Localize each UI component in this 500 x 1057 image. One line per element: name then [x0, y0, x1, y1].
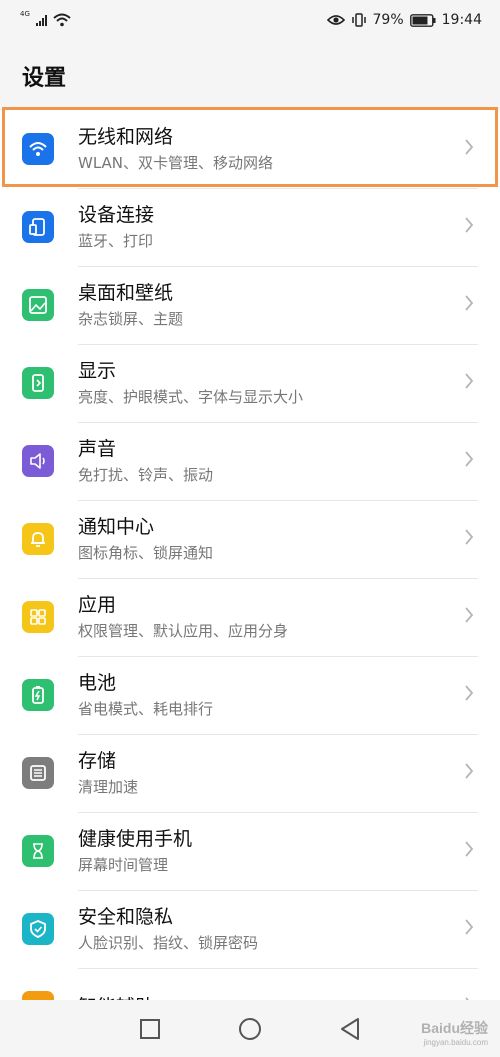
- chevron-right-icon: [464, 684, 474, 706]
- watermark-logo: Baidu经验 jingyan.baidu.com: [421, 1020, 488, 1047]
- settings-item[interactable]: 无线和网络 WLAN、双卡管理、移动网络: [0, 110, 500, 189]
- chevron-right-icon: [464, 138, 474, 160]
- settings-item[interactable]: 智能辅助: [0, 968, 500, 1000]
- settings-item-subtitle: 清理加速: [78, 777, 139, 796]
- wallpaper-icon: [22, 289, 54, 321]
- settings-item-texts: 存储 清理加速: [78, 734, 478, 813]
- settings-item-texts: 设备连接 蓝牙、打印: [78, 188, 478, 267]
- settings-item-subtitle: 免打扰、铃声、振动: [78, 465, 214, 484]
- settings-item-title: 声音: [78, 437, 117, 460]
- chevron-right-icon: [464, 840, 474, 862]
- home-icon[interactable]: [238, 1017, 262, 1041]
- settings-item-subtitle: WLAN、双卡管理、移动网络: [78, 153, 274, 172]
- shield-icon: [22, 913, 54, 945]
- settings-item-texts: 智能辅助: [78, 968, 478, 1000]
- status-bar: 4G 79% 19:44: [0, 0, 500, 40]
- chevron-right-icon: [464, 918, 474, 940]
- chevron-right-icon: [464, 216, 474, 238]
- vibrate-icon: [351, 13, 366, 27]
- settings-item-subtitle: 杂志锁屏、主题: [78, 309, 184, 328]
- settings-item-texts: 应用权限管理、默认应用、应用分身: [78, 578, 478, 657]
- settings-item-texts: 无线和网络 WLAN、双卡管理、移动网络: [78, 110, 478, 189]
- battery-percent: 79%: [372, 12, 404, 28]
- battery-icon: [409, 13, 436, 27]
- status-left: 4G: [20, 9, 71, 27]
- settings-item-texts: 电池省电模式、耗电排行: [78, 656, 478, 735]
- status-right: 79% 19:44: [326, 12, 482, 28]
- settings-item-title: 存储: [78, 749, 117, 772]
- settings-item-subtitle: 亮度、护眼模式、字体与显示大小: [78, 387, 304, 406]
- settings-item-texts: 安全和隐私人脸识别、指纹、锁屏密码: [78, 890, 478, 969]
- settings-item[interactable]: 桌面和壁纸杂志锁屏、主题: [0, 266, 500, 345]
- settings-item-texts: 桌面和壁纸杂志锁屏、主题: [78, 266, 478, 345]
- network-type: 4G: [20, 9, 30, 18]
- sound-icon: [22, 445, 54, 477]
- settings-item-title: 通知中心: [78, 515, 155, 538]
- settings-item[interactable]: 健康使用手机屏幕时间管理: [0, 812, 500, 891]
- settings-item[interactable]: 电池省电模式、耗电排行: [0, 656, 500, 735]
- settings-item[interactable]: 显示亮度、护眼模式、字体与显示大小: [0, 344, 500, 423]
- settings-item-subtitle: 人脸识别、指纹、锁屏密码: [78, 933, 259, 952]
- settings-item-texts: 健康使用手机屏幕时间管理: [78, 812, 478, 891]
- settings-item[interactable]: 安全和隐私人脸识别、指纹、锁屏密码: [0, 890, 500, 969]
- settings-item-texts: 通知中心图标角标、锁屏通知: [78, 500, 478, 579]
- settings-item-subtitle: 蓝牙、打印: [78, 231, 154, 250]
- assist-icon: [22, 991, 54, 1000]
- settings-list: 无线和网络 WLAN、双卡管理、移动网络设备连接蓝牙、打印桌面和壁纸杂志锁屏、主题…: [0, 110, 500, 1000]
- settings-item-title: 电池: [78, 671, 117, 694]
- clock: 19:44: [441, 12, 482, 28]
- wifi-icon: [22, 133, 54, 165]
- settings-item-title: 显示: [78, 359, 117, 382]
- settings-item[interactable]: 应用权限管理、默认应用、应用分身: [0, 578, 500, 657]
- chevron-right-icon: [464, 294, 474, 316]
- device-connection-icon: [22, 211, 54, 243]
- settings-item-title: 桌面和壁纸: [78, 281, 174, 304]
- storage-icon: [22, 757, 54, 789]
- back-icon[interactable]: [339, 1017, 361, 1041]
- settings-item[interactable]: 声音免打扰、铃声、振动: [0, 422, 500, 501]
- settings-item-title: 设备连接: [78, 203, 155, 226]
- settings-item-texts: 显示亮度、护眼模式、字体与显示大小: [78, 344, 478, 423]
- settings-item-title: 健康使用手机: [78, 827, 193, 850]
- wifi-status-icon: [53, 13, 71, 27]
- display-icon: [22, 367, 54, 399]
- chevron-right-icon: [464, 606, 474, 628]
- chevron-right-icon: [464, 372, 474, 394]
- settings-item[interactable]: 设备连接 蓝牙、打印: [0, 188, 500, 267]
- settings-item-texts: 声音免打扰、铃声、振动: [78, 422, 478, 501]
- chevron-right-icon: [464, 528, 474, 550]
- chevron-right-icon: [464, 762, 474, 784]
- settings-item[interactable]: 通知中心图标角标、锁屏通知: [0, 500, 500, 579]
- signal-icon: [35, 14, 47, 26]
- settings-item-subtitle: 屏幕时间管理: [78, 855, 169, 874]
- hourglass-icon: [22, 835, 54, 867]
- page-title: 设置: [22, 66, 67, 91]
- settings-item-subtitle: 权限管理、默认应用、应用分身: [78, 621, 289, 640]
- apps-icon: [22, 601, 54, 633]
- settings-item-title: 安全和隐私: [78, 905, 174, 928]
- bell-icon: [22, 523, 54, 555]
- eye-icon: [326, 15, 345, 25]
- settings-item-title: 应用: [78, 593, 117, 616]
- recents-icon[interactable]: [139, 1018, 161, 1040]
- settings-item[interactable]: 存储 清理加速: [0, 734, 500, 813]
- chevron-right-icon: [464, 450, 474, 472]
- settings-item-subtitle: 图标角标、锁屏通知: [78, 543, 214, 562]
- settings-item-title: 无线和网络: [78, 125, 174, 148]
- battery-icon: [22, 679, 54, 711]
- settings-item-subtitle: 省电模式、耗电排行: [78, 699, 214, 718]
